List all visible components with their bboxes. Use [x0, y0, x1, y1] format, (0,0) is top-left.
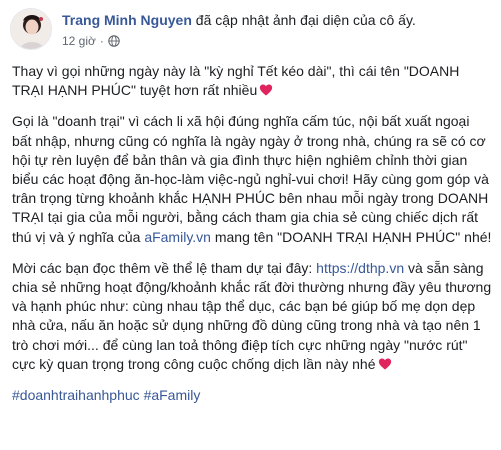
- hashtag-list: #doanhtraihanhphuc #aFamily: [12, 386, 492, 405]
- post-meta: 12 giờ ·: [62, 33, 490, 49]
- heart-icon: [378, 357, 392, 371]
- meta-separator: ·: [99, 34, 104, 48]
- paragraph-3-text: Mời các bạn đọc thêm về thể lệ tham dự t…: [12, 259, 317, 276]
- post-paragraph-2: Gọi là "doanh trại" vì cách li xã hội đú…: [12, 112, 492, 246]
- globe-icon[interactable]: [108, 35, 120, 47]
- author-action-text: đã cập nhật ảnh đại diện của cô ấy.: [191, 12, 416, 28]
- facebook-post: Trang Minh Nguyen đã cập nhật ảnh đại di…: [0, 0, 501, 450]
- avatar-image: [11, 9, 51, 49]
- post-paragraph-1: Thay vì gọi những ngày này là "kỳ nghỉ T…: [12, 62, 492, 100]
- author-line: Trang Minh Nguyen đã cập nhật ảnh đại di…: [62, 11, 490, 29]
- post-paragraph-3: Mời các bạn đọc thêm về thể lệ tham dự t…: [12, 259, 492, 374]
- afamily-link[interactable]: aFamily.vn: [144, 229, 211, 245]
- dthp-link[interactable]: https://dthp.vn: [316, 260, 404, 276]
- post-header: Trang Minh Nguyen đã cập nhật ảnh đại di…: [10, 8, 490, 56]
- paragraph-1-text: Thay vì gọi những ngày này là "kỳ nghỉ T…: [12, 63, 460, 99]
- header-text: Trang Minh Nguyen đã cập nhật ảnh đại di…: [62, 11, 490, 49]
- avatar[interactable]: [10, 8, 52, 50]
- post-content: Thay vì gọi những ngày này là "kỳ nghỉ T…: [12, 62, 492, 417]
- hashtag-afamily[interactable]: #aFamily: [144, 387, 201, 403]
- author-name-link[interactable]: Trang Minh Nguyen: [62, 12, 192, 28]
- paragraph-3-tail: và sẵn sàng chia sẻ những hoạt động/khoả…: [12, 259, 492, 372]
- paragraph-2-text: Gọi là "doanh trại" vì cách li xã hội đú…: [12, 113, 489, 245]
- hashtag-doanhtraihanhphuc[interactable]: #doanhtraihanhphuc: [12, 387, 140, 403]
- paragraph-2-tail: mang tên "DOANH TRẠI HẠNH PHÚC" nhé!: [210, 228, 492, 245]
- post-timestamp[interactable]: 12 giờ: [62, 33, 96, 49]
- heart-icon: [259, 83, 273, 97]
